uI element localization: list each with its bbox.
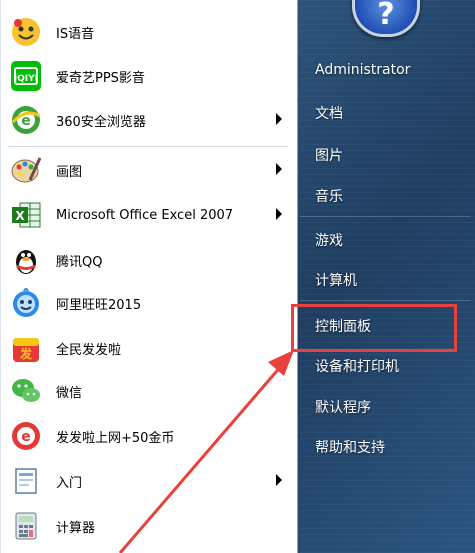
program-item-aliwangwang[interactable]: 阿里旺旺2015 <box>6 283 292 323</box>
360-browser-icon: e <box>8 102 44 138</box>
program-item-360-browser[interactable]: e 360安全浏览器 <box>6 100 292 140</box>
program-item-paint[interactable]: 画图 <box>6 150 292 190</box>
program-label: 全民发发啦 <box>56 342 122 358</box>
right-item-devices-printers[interactable]: 设备和打印机 <box>315 356 399 376</box>
program-label: 微信 <box>56 385 83 401</box>
calculator-icon <box>8 508 44 544</box>
program-item-getting-started[interactable]: 入门 <box>6 461 292 501</box>
right-item-games[interactable]: 游戏 <box>315 230 343 250</box>
submenu-arrow-icon[interactable] <box>276 113 282 125</box>
svg-text:发: 发 <box>19 346 33 361</box>
right-separator <box>300 216 470 217</box>
program-item-qq[interactable]: 腾讯QQ <box>6 240 292 280</box>
program-item-is-voice[interactable]: IS语音 <box>6 12 292 52</box>
program-label: 发发啦上网+50金币 <box>56 430 175 446</box>
program-label: 入门 <box>56 475 83 491</box>
program-label: 爱奇艺PPS影音 <box>56 70 145 86</box>
submenu-arrow-icon[interactable] <box>276 163 282 175</box>
svg-text:iQIYI: iQIYI <box>14 74 38 84</box>
right-item-documents[interactable]: 文档 <box>315 103 343 123</box>
getting-started-icon <box>8 463 44 499</box>
right-item-help-support[interactable]: 帮助和支持 <box>315 437 385 457</box>
program-item-excel[interactable]: X Microsoft Office Excel 2007 <box>6 195 292 235</box>
program-item-calculator[interactable]: 计算器 <box>6 506 292 546</box>
fafala-browser-icon: e <box>8 418 44 454</box>
programs-list: IS语音 iQIYI 爱奇艺PPS影音 e 360安全浏览器 画图 X Micr… <box>0 0 298 553</box>
right-item-pictures[interactable]: 图片 <box>315 145 343 165</box>
excel-icon: X <box>8 197 44 233</box>
right-item-administrator[interactable]: Administrator <box>315 62 410 78</box>
program-label: 画图 <box>56 164 83 180</box>
control-panel-highlight-box <box>291 304 457 352</box>
submenu-arrow-icon[interactable] <box>276 474 282 486</box>
iqiyi-icon: iQIYI <box>8 58 44 94</box>
svg-text:e: e <box>21 429 31 445</box>
fafala-icon: 发 <box>8 330 44 366</box>
program-label: 腾讯QQ <box>56 254 103 270</box>
program-label: Microsoft Office Excel 2007 <box>56 207 234 223</box>
program-item-wechat[interactable]: 微信 <box>6 371 292 411</box>
question-mark-icon: ? <box>377 0 395 32</box>
program-label: 360安全浏览器 <box>56 114 146 130</box>
right-item-default-programs[interactable]: 默认程序 <box>315 397 371 417</box>
program-label: 阿里旺旺2015 <box>56 297 142 313</box>
left-separator <box>8 146 288 147</box>
paint-palette-icon <box>8 152 44 188</box>
program-item-fafala-browser[interactable]: e 发发啦上网+50金币 <box>6 416 292 456</box>
submenu-arrow-icon[interactable] <box>276 208 282 220</box>
program-item-fafala[interactable]: 发 全民发发啦 <box>6 328 292 368</box>
qq-penguin-icon <box>8 242 44 278</box>
right-item-computer[interactable]: 计算机 <box>315 270 357 290</box>
svg-text:X: X <box>15 209 25 223</box>
aliwangwang-icon <box>8 285 44 321</box>
wechat-icon <box>8 373 44 409</box>
program-label: IS语音 <box>56 26 95 42</box>
program-item-iqiyi[interactable]: iQIYI 爱奇艺PPS影音 <box>6 56 292 96</box>
program-label: 计算器 <box>56 520 96 536</box>
right-item-music[interactable]: 音乐 <box>315 186 343 206</box>
right-separator <box>300 300 470 301</box>
is-voice-icon <box>8 14 44 50</box>
